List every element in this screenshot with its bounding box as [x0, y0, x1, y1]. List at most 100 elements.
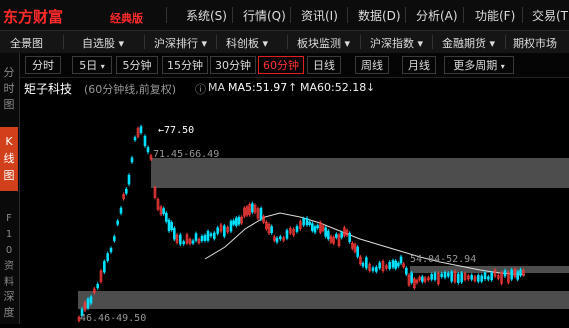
nav-index[interactable]: 沪深指数 ▾	[370, 35, 423, 51]
stock-info-bar: 矩子科技 (60分钟线,前复权) ⓘ MA MA5:51.97 ↑ MA60:5…	[20, 78, 569, 98]
view-tab-kline[interactable]: K线图	[0, 127, 18, 191]
candle-body	[179, 234, 182, 245]
nav-watchlist[interactable]: 自选股 ▾	[82, 35, 124, 51]
menu-divider	[290, 7, 291, 23]
top-menu-bar: 东方财富 经典版 系统(S) 行情(Q) 资讯(I) 数据(D) 分析(A) 功…	[0, 0, 569, 30]
candle-body	[106, 253, 109, 261]
tab-5min[interactable]: 5分钟	[116, 56, 158, 74]
candle-body	[119, 207, 123, 214]
left-view-panel: 分时图 K线图 F10资料 深度	[0, 53, 20, 324]
menu-data[interactable]: 数据(D)	[358, 7, 401, 24]
ma5-value: MA5:51.97	[228, 81, 288, 94]
candle-body	[259, 207, 263, 220]
tab-60min[interactable]: 60分钟	[258, 56, 304, 74]
candle-body	[365, 257, 368, 269]
candle-body	[443, 272, 447, 278]
nav-panorama[interactable]: 全景图	[10, 35, 43, 51]
candle-body	[490, 272, 493, 281]
candle-body	[450, 271, 453, 282]
app-logo: 东方财富	[3, 8, 64, 26]
candle-body	[130, 157, 134, 163]
menu-quotes[interactable]: 行情(Q)	[243, 7, 286, 24]
candle-body	[483, 272, 487, 280]
candle-body	[503, 270, 507, 277]
chevron-down-icon: ▾	[489, 37, 496, 50]
nav-label: 科创板	[226, 37, 259, 50]
candle-body	[213, 232, 216, 239]
down-arrow-icon: ↓	[366, 81, 376, 94]
candle-body	[447, 272, 450, 277]
candle-body	[143, 135, 147, 147]
candle-body	[96, 283, 99, 289]
menu-functions[interactable]: 功能(F)	[475, 7, 515, 24]
menu-analysis[interactable]: 分析(A)	[416, 7, 458, 24]
candle-body	[116, 220, 119, 225]
candle-body	[399, 256, 403, 264]
tab-daily[interactable]: 日线	[307, 56, 341, 74]
candle-body	[139, 126, 143, 134]
menu-divider	[405, 7, 406, 23]
view-tab-f10[interactable]: F10资料	[0, 211, 18, 288]
candle-body	[388, 261, 391, 269]
candle-body	[460, 272, 463, 283]
tab-5day[interactable]: 5日 ▾	[72, 56, 112, 74]
up-arrow-icon: ↑	[288, 81, 298, 94]
candle-body	[487, 276, 490, 280]
nav-options[interactable]: 期权市场	[513, 35, 557, 51]
high-marker-label: ←77.50	[158, 125, 194, 136]
menu-divider	[166, 7, 167, 23]
candle-body	[295, 226, 299, 232]
nav-star-market[interactable]: 科创板 ▾	[226, 35, 268, 51]
ma-settings-icon[interactable]: ⓘ	[195, 81, 206, 97]
candle-body	[170, 222, 173, 230]
candle-body	[405, 267, 408, 275]
candle-body	[270, 226, 273, 234]
candle-body	[216, 227, 219, 234]
period-tab-bar: 分时 5日 ▾ 5分钟 15分钟 30分钟 60分钟 日线 周线 月线 更多周期…	[20, 53, 569, 78]
tab-15min[interactable]: 15分钟	[162, 56, 208, 74]
candle-body	[516, 271, 520, 280]
candle-body	[173, 227, 176, 240]
candle-body	[410, 272, 413, 283]
nav-divider	[287, 35, 288, 49]
candle-body	[182, 241, 185, 245]
candle-body	[125, 188, 128, 194]
chevron-down-icon: ▾	[201, 37, 208, 50]
candle-body	[480, 275, 483, 282]
nav-sector-monitor[interactable]: 板块监测 ▾	[297, 35, 350, 51]
candle-body	[430, 274, 433, 280]
menu-system[interactable]: 系统(S)	[186, 7, 227, 24]
tab-label: 5日	[79, 59, 98, 72]
candle-body	[356, 246, 359, 257]
view-tab-timeshare[interactable]: 分时图	[0, 65, 18, 115]
candle-body	[519, 269, 522, 276]
view-tab-label: 分时图	[3, 66, 15, 111]
menu-divider	[347, 7, 348, 23]
tab-30min[interactable]: 30分钟	[210, 56, 256, 74]
tab-more-periods[interactable]: 更多周期 ▾	[444, 56, 514, 74]
candle-body	[397, 262, 400, 267]
candle-body	[275, 237, 279, 243]
candle-body	[285, 230, 289, 239]
candle-body	[316, 225, 319, 229]
candle-body	[305, 217, 309, 226]
menu-news[interactable]: 资讯(I)	[301, 7, 338, 24]
nav-label: 自选股	[82, 37, 115, 50]
tab-weekly[interactable]: 周线	[355, 56, 389, 74]
nav-divider	[432, 35, 433, 49]
view-tab-depth[interactable]: 深度	[0, 289, 18, 323]
nav-divider	[144, 35, 145, 49]
menu-trade[interactable]: 交易(T)	[532, 7, 569, 24]
tab-timeshare[interactable]: 分时	[25, 56, 61, 74]
chevron-down-icon: ▾	[344, 37, 351, 50]
view-tab-label: F10资料	[4, 213, 14, 288]
gap-label-bottom: 46.46-49.50	[80, 313, 146, 324]
nav-label: 板块监测	[297, 37, 341, 50]
tab-monthly[interactable]: 月线	[402, 56, 436, 74]
kline-chart[interactable]: ←77.50 71.45-66.49 54.04-52.94 46.46-49.…	[20, 99, 569, 324]
gap-label-top: 71.45-66.49	[153, 149, 219, 160]
candle-body	[308, 221, 311, 225]
candle-body	[223, 225, 226, 237]
nav-futures[interactable]: 金融期货 ▾	[442, 35, 495, 51]
nav-ranking[interactable]: 沪深排行 ▾	[154, 35, 207, 51]
